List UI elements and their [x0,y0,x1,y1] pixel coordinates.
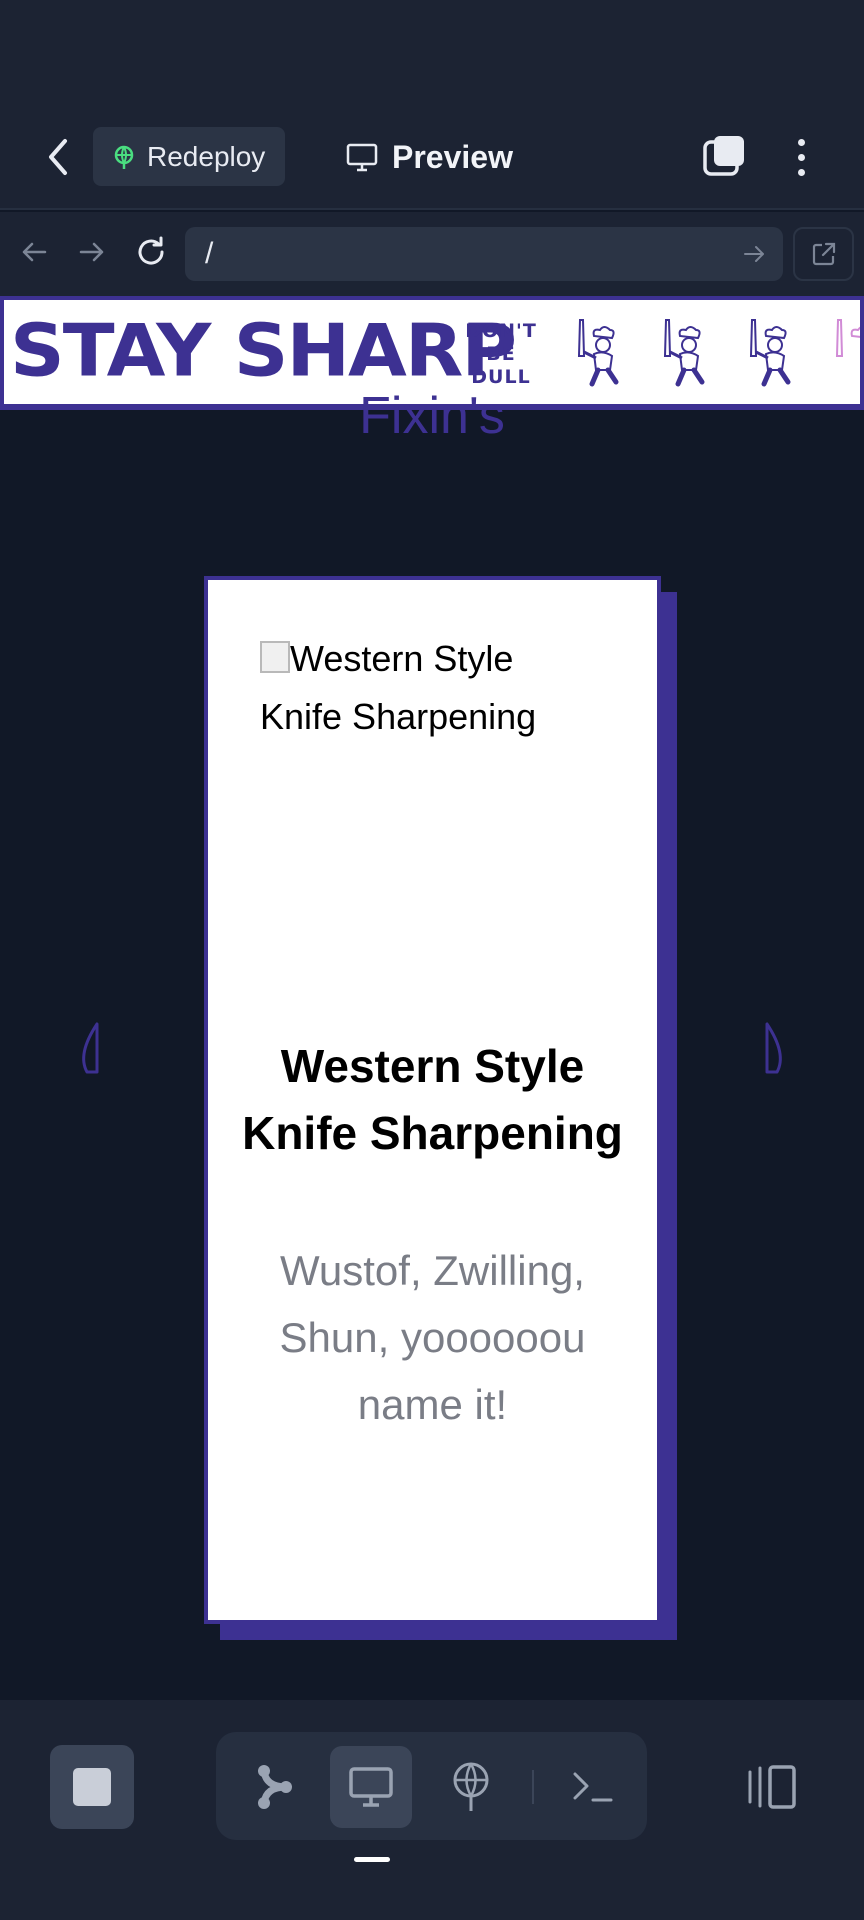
chevron-left-icon [49,139,67,175]
stop-button[interactable] [50,1745,134,1829]
chef-mascot-icon [749,319,791,387]
card-image: Western Style Knife Sharpening [260,630,600,746]
carousel-next-button[interactable] [761,1020,791,1076]
service-card[interactable]: Western Style Knife Sharpening Western S… [204,576,661,1624]
bottom-toolbar [0,1700,864,1920]
banner-subtitle: DON'T BE DULL [456,320,546,389]
knife-right-icon [765,1022,782,1074]
layout-icon[interactable] [744,1762,800,1812]
back-button[interactable] [38,132,78,182]
banner-subtitle-line: DON'T [465,320,537,342]
deploy-icon [453,1762,489,1811]
redeploy-label: Redeploy [147,140,266,172]
terminal-icon [573,1772,613,1802]
deploy-tool-button[interactable] [430,1746,512,1828]
preview-tool-button[interactable] [330,1746,412,1828]
browser-forward-button[interactable] [72,232,112,272]
more-vertical-icon-dot [797,153,805,161]
card-description: Wustof, Zwilling, Shun, yoooooou name it… [279,1247,586,1428]
git-button[interactable] [234,1746,316,1828]
banner-subtitle-line: BE [486,343,516,365]
home-indicator [354,1857,390,1862]
tool-divider [532,1770,534,1804]
preview-viewport[interactable]: STAY SHARP DON'T BE DULL Fixin's Western… [0,296,864,1700]
more-vertical-icon-dot [797,168,805,176]
more-menu-button[interactable] [786,132,816,182]
deploy-icon [114,145,134,169]
monitor-icon [346,143,378,172]
page-title: Preview [346,132,513,182]
tabs-button[interactable] [702,134,746,178]
url-text: / [205,237,214,270]
card-title: Western Style Knife Sharpening [242,1040,623,1159]
shell-button[interactable] [552,1746,634,1828]
git-branch-icon [258,1765,292,1809]
chef-mascot-icon [663,319,705,387]
stop-icon [73,1768,111,1806]
chef-mascot-icon [835,319,860,357]
refresh-icon [138,236,164,265]
app-header: Redeploy Preview [0,0,864,210]
banner-title: STAY SHARP [10,308,517,393]
browser-toolbar: / [0,212,864,296]
browser-refresh-button[interactable] [131,232,171,272]
chef-mascot-icon [577,319,619,387]
browser-back-button[interactable] [14,232,54,272]
tool-group [216,1732,647,1840]
monitor-icon [349,1767,393,1807]
broken-image-icon [260,641,290,673]
card-image-alt-text: Western Style Knife Sharpening [260,638,537,737]
more-vertical-icon [797,138,805,146]
tabs-icon [703,136,744,176]
arrow-right-icon[interactable] [739,239,769,269]
arrow-right-icon [79,242,104,262]
open-in-new-tab-button[interactable] [793,227,854,281]
carousel-prev-button[interactable] [73,1020,103,1076]
page-title-label: Preview [392,138,513,175]
external-link-icon [812,242,835,266]
site-title: Fixin's [359,387,505,445]
redeploy-button[interactable]: Redeploy [93,127,285,186]
arrow-left-icon [22,242,47,262]
knife-left-icon [82,1022,99,1074]
url-input[interactable]: / [185,227,783,281]
